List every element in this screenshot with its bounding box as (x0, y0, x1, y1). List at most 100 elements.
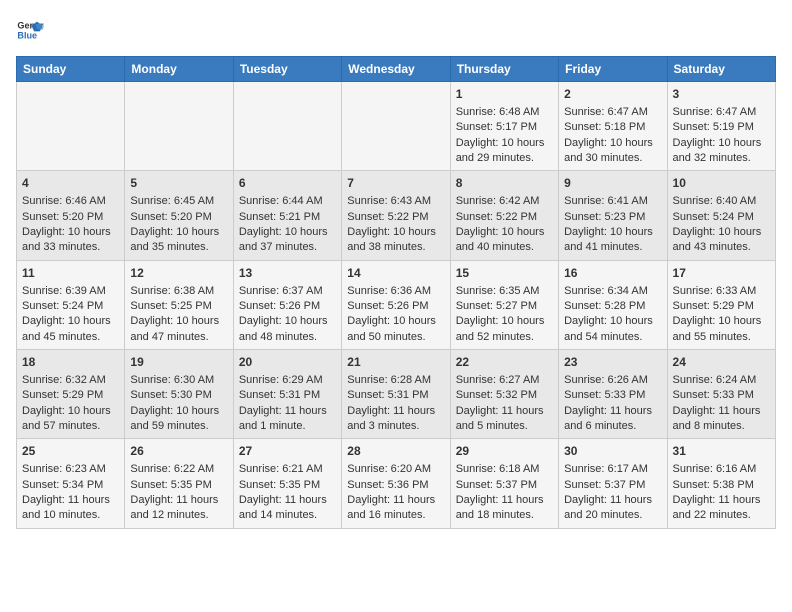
calendar-cell: 18Sunrise: 6:32 AM Sunset: 5:29 PM Dayli… (17, 350, 125, 439)
week-row-4: 18Sunrise: 6:32 AM Sunset: 5:29 PM Dayli… (17, 350, 776, 439)
day-info: Sunrise: 6:26 AM Sunset: 5:33 PM Dayligh… (564, 374, 652, 432)
day-info: Sunrise: 6:30 AM Sunset: 5:30 PM Dayligh… (130, 374, 219, 432)
day-info: Sunrise: 6:33 AM Sunset: 5:29 PM Dayligh… (673, 285, 762, 343)
day-info: Sunrise: 6:27 AM Sunset: 5:32 PM Dayligh… (456, 374, 544, 432)
week-row-1: 1Sunrise: 6:48 AM Sunset: 5:17 PM Daylig… (17, 82, 776, 171)
calendar-cell: 11 Sunrise: 6:39 AM Sunset: 5:24 PM Dayli… (17, 260, 125, 349)
day-info: Sunrise: 6:42 AM Sunset: 5:22 PM Dayligh… (456, 195, 545, 253)
day-info: Sunrise: 6:47 AM Sunset: 5:19 PM Dayligh… (673, 106, 762, 164)
day-number: 23 (564, 354, 661, 371)
svg-text:Blue: Blue (17, 30, 37, 40)
day-number: 13 (239, 265, 336, 282)
logo: General Blue (16, 16, 48, 44)
day-info: Sunrise: 6:32 AM Sunset: 5:29 PM Dayligh… (22, 374, 111, 432)
day-number: 30 (564, 443, 661, 460)
calendar-cell: 25 Sunrise: 6:23 AM Sunset: 5:34 PM Dayli… (17, 439, 125, 528)
day-header-friday: Friday (559, 57, 667, 82)
day-number: 27 (239, 443, 336, 460)
calendar-cell: 1Sunrise: 6:48 AM Sunset: 5:17 PM Daylig… (450, 82, 558, 171)
day-info: Sunrise: 6:24 AM Sunset: 5:33 PM Dayligh… (673, 374, 761, 432)
day-header-thursday: Thursday (450, 57, 558, 82)
day-info: Sunrise: 6:34 AM Sunset: 5:28 PM Dayligh… (564, 285, 653, 343)
calendar-cell: 14 Sunrise: 6:36 AM Sunset: 5:26 PM Dayli… (342, 260, 450, 349)
day-info: Sunrise: 6:18 AM Sunset: 5:37 PM Dayligh… (456, 463, 544, 521)
day-info: Sunrise: 6:21 AM Sunset: 5:35 PM Dayligh… (239, 463, 327, 521)
calendar-cell: 9 Sunrise: 6:41 AM Sunset: 5:23 PM Daylig… (559, 171, 667, 260)
calendar-cell: 2 Sunrise: 6:47 AM Sunset: 5:18 PM Daylig… (559, 82, 667, 171)
calendar-cell: 15 Sunrise: 6:35 AM Sunset: 5:27 PM Dayli… (450, 260, 558, 349)
calendar-cell (233, 82, 341, 171)
calendar-cell (125, 82, 233, 171)
calendar-cell: 22Sunrise: 6:27 AM Sunset: 5:32 PM Dayli… (450, 350, 558, 439)
day-info: Sunrise: 6:47 AM Sunset: 5:18 PM Dayligh… (564, 106, 653, 164)
calendar-cell: 10Sunrise: 6:40 AM Sunset: 5:24 PM Dayli… (667, 171, 775, 260)
week-row-5: 25 Sunrise: 6:23 AM Sunset: 5:34 PM Dayli… (17, 439, 776, 528)
day-info: Sunrise: 6:36 AM Sunset: 5:26 PM Dayligh… (347, 285, 436, 343)
day-number: 1 (456, 86, 553, 103)
calendar-cell: 12Sunrise: 6:38 AM Sunset: 5:25 PM Dayli… (125, 260, 233, 349)
day-header-saturday: Saturday (667, 57, 775, 82)
calendar-cell: 19Sunrise: 6:30 AM Sunset: 5:30 PM Dayli… (125, 350, 233, 439)
day-number: 11 (22, 265, 119, 282)
day-number: 25 (22, 443, 119, 460)
calendar-cell (342, 82, 450, 171)
calendar-cell: 23 Sunrise: 6:26 AM Sunset: 5:33 PM Dayli… (559, 350, 667, 439)
day-number: 21 (347, 354, 444, 371)
calendar-cell: 30 Sunrise: 6:17 AM Sunset: 5:37 PM Dayli… (559, 439, 667, 528)
day-info: Sunrise: 6:45 AM Sunset: 5:20 PM Dayligh… (130, 195, 219, 253)
day-number: 15 (456, 265, 553, 282)
calendar-cell: 8 Sunrise: 6:42 AM Sunset: 5:22 PM Daylig… (450, 171, 558, 260)
day-number: 5 (130, 175, 227, 192)
day-info: Sunrise: 6:44 AM Sunset: 5:21 PM Dayligh… (239, 195, 328, 253)
calendar-cell: 5 Sunrise: 6:45 AM Sunset: 5:20 PM Daylig… (125, 171, 233, 260)
day-info: Sunrise: 6:22 AM Sunset: 5:35 PM Dayligh… (130, 463, 218, 521)
day-info: Sunrise: 6:46 AM Sunset: 5:20 PM Dayligh… (22, 195, 111, 253)
day-number: 16 (564, 265, 661, 282)
day-number: 20 (239, 354, 336, 371)
day-number: 14 (347, 265, 444, 282)
day-number: 29 (456, 443, 553, 460)
day-header-wednesday: Wednesday (342, 57, 450, 82)
calendar-cell: 26Sunrise: 6:22 AM Sunset: 5:35 PM Dayli… (125, 439, 233, 528)
calendar-cell: 29 Sunrise: 6:18 AM Sunset: 5:37 PM Dayli… (450, 439, 558, 528)
day-info: Sunrise: 6:37 AM Sunset: 5:26 PM Dayligh… (239, 285, 328, 343)
logo-icon: General Blue (16, 16, 44, 44)
day-info: Sunrise: 6:35 AM Sunset: 5:27 PM Dayligh… (456, 285, 545, 343)
day-header-sunday: Sunday (17, 57, 125, 82)
calendar-cell: 4Sunrise: 6:46 AM Sunset: 5:20 PM Daylig… (17, 171, 125, 260)
calendar-cell: 16 Sunrise: 6:34 AM Sunset: 5:28 PM Dayli… (559, 260, 667, 349)
day-info: Sunrise: 6:20 AM Sunset: 5:36 PM Dayligh… (347, 463, 435, 521)
day-number: 24 (673, 354, 770, 371)
day-info: Sunrise: 6:41 AM Sunset: 5:23 PM Dayligh… (564, 195, 653, 253)
calendar-cell: 13 Sunrise: 6:37 AM Sunset: 5:26 PM Dayli… (233, 260, 341, 349)
day-info: Sunrise: 6:29 AM Sunset: 5:31 PM Dayligh… (239, 374, 327, 432)
day-number: 3 (673, 86, 770, 103)
day-number: 7 (347, 175, 444, 192)
calendar-cell: 7Sunrise: 6:43 AM Sunset: 5:22 PM Daylig… (342, 171, 450, 260)
calendar-table: SundayMondayTuesdayWednesdayThursdayFrid… (16, 56, 776, 529)
day-number: 12 (130, 265, 227, 282)
day-number: 6 (239, 175, 336, 192)
week-row-3: 11 Sunrise: 6:39 AM Sunset: 5:24 PM Dayli… (17, 260, 776, 349)
day-number: 8 (456, 175, 553, 192)
calendar-cell: 17 Sunrise: 6:33 AM Sunset: 5:29 PM Dayli… (667, 260, 775, 349)
calendar-cell: 6 Sunrise: 6:44 AM Sunset: 5:21 PM Daylig… (233, 171, 341, 260)
day-info: Sunrise: 6:16 AM Sunset: 5:38 PM Dayligh… (673, 463, 761, 521)
calendar-cell: 31 Sunrise: 6:16 AM Sunset: 5:38 PM Dayli… (667, 439, 775, 528)
day-number: 31 (673, 443, 770, 460)
day-info: Sunrise: 6:39 AM Sunset: 5:24 PM Dayligh… (22, 285, 111, 343)
day-number: 17 (673, 265, 770, 282)
calendar-cell: 28 Sunrise: 6:20 AM Sunset: 5:36 PM Dayli… (342, 439, 450, 528)
page-header: General Blue (16, 16, 776, 44)
calendar-cell: 24 Sunrise: 6:24 AM Sunset: 5:33 PM Dayli… (667, 350, 775, 439)
calendar-cell: 27 Sunrise: 6:21 AM Sunset: 5:35 PM Dayli… (233, 439, 341, 528)
day-number: 9 (564, 175, 661, 192)
day-info: Sunrise: 6:23 AM Sunset: 5:34 PM Dayligh… (22, 463, 110, 521)
day-number: 28 (347, 443, 444, 460)
day-number: 2 (564, 86, 661, 103)
day-info: Sunrise: 6:17 AM Sunset: 5:37 PM Dayligh… (564, 463, 652, 521)
calendar-cell: 20 Sunrise: 6:29 AM Sunset: 5:31 PM Dayli… (233, 350, 341, 439)
calendar-cell (17, 82, 125, 171)
day-number: 10 (673, 175, 770, 192)
calendar-cell: 3 Sunrise: 6:47 AM Sunset: 5:19 PM Daylig… (667, 82, 775, 171)
